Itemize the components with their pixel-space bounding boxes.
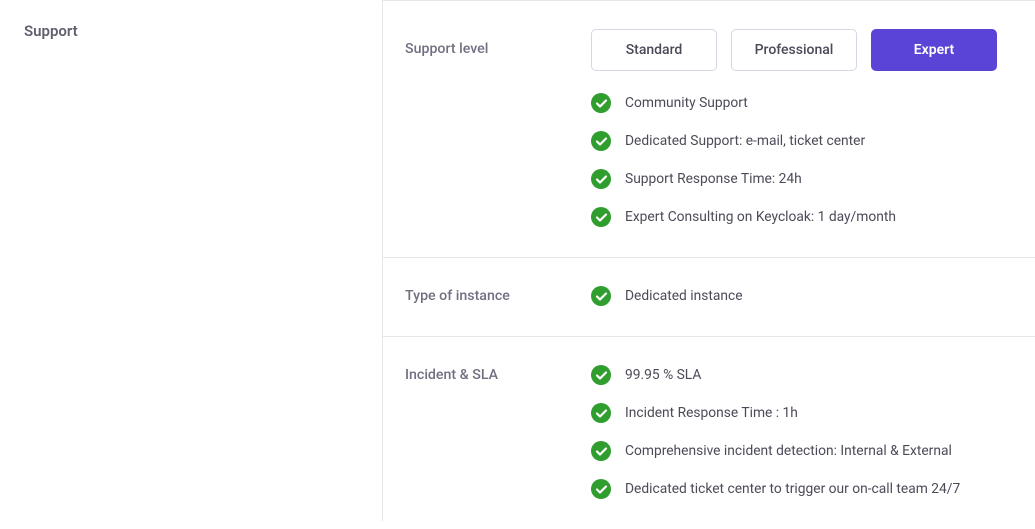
- list-item: Dedicated instance: [591, 286, 1017, 306]
- instance-type-value: Dedicated instance: [591, 286, 1017, 306]
- checkmark-icon: [591, 131, 611, 151]
- checkmark-icon: [591, 365, 611, 385]
- section-support-level: Support level Standard Professional Expe…: [383, 1, 1035, 258]
- section-instance-type: Type of instance Dedicated instance: [383, 258, 1035, 337]
- sla-features: 99.95 % SLA Incident Response Time : 1h …: [591, 365, 1017, 499]
- sidebar: Support: [0, 0, 382, 521]
- plan-standard-button[interactable]: Standard: [591, 29, 717, 71]
- instance-features: Dedicated instance: [591, 286, 1017, 306]
- content: Support level Standard Professional Expe…: [382, 0, 1035, 521]
- list-item: Dedicated ticket center to trigger our o…: [591, 479, 1017, 499]
- instance-type-label: Type of instance: [405, 286, 591, 306]
- sla-label: Incident & SLA: [405, 365, 591, 499]
- checkmark-icon: [591, 93, 611, 113]
- checkmark-icon: [591, 441, 611, 461]
- support-level-label: Support level: [405, 29, 591, 227]
- feature-text: Support Response Time: 24h: [625, 171, 802, 187]
- checkmark-icon: [591, 403, 611, 423]
- feature-text: Incident Response Time : 1h: [625, 405, 798, 421]
- support-level-value: Standard Professional Expert Community S…: [591, 29, 1017, 227]
- feature-text: Dedicated ticket center to trigger our o…: [625, 481, 960, 497]
- feature-text: Expert Consulting on Keycloak: 1 day/mon…: [625, 209, 896, 225]
- list-item: Dedicated Support: e-mail, ticket center: [591, 131, 1017, 151]
- list-item: Community Support: [591, 93, 1017, 113]
- feature-text: Dedicated Support: e-mail, ticket center: [625, 133, 865, 149]
- list-item: Expert Consulting on Keycloak: 1 day/mon…: [591, 207, 1017, 227]
- sidebar-title: Support: [24, 22, 382, 40]
- checkmark-icon: [591, 207, 611, 227]
- plan-professional-button[interactable]: Professional: [731, 29, 857, 71]
- list-item: Support Response Time: 24h: [591, 169, 1017, 189]
- sla-value: 99.95 % SLA Incident Response Time : 1h …: [591, 365, 1017, 499]
- list-item: Comprehensive incident detection: Intern…: [591, 441, 1017, 461]
- support-features: Community Support Dedicated Support: e-m…: [591, 93, 1017, 227]
- section-incident-sla: Incident & SLA 99.95 % SLA Incident Resp…: [383, 337, 1035, 529]
- plan-selector: Standard Professional Expert: [591, 29, 1017, 71]
- list-item: Incident Response Time : 1h: [591, 403, 1017, 423]
- list-item: 99.95 % SLA: [591, 365, 1017, 385]
- feature-text: Community Support: [625, 95, 748, 111]
- checkmark-icon: [591, 286, 611, 306]
- feature-text: 99.95 % SLA: [625, 367, 701, 383]
- feature-text: Comprehensive incident detection: Intern…: [625, 443, 952, 459]
- feature-text: Dedicated instance: [625, 288, 743, 304]
- root: Support Support level Standard Professio…: [0, 0, 1035, 521]
- checkmark-icon: [591, 479, 611, 499]
- plan-expert-button[interactable]: Expert: [871, 29, 997, 71]
- checkmark-icon: [591, 169, 611, 189]
